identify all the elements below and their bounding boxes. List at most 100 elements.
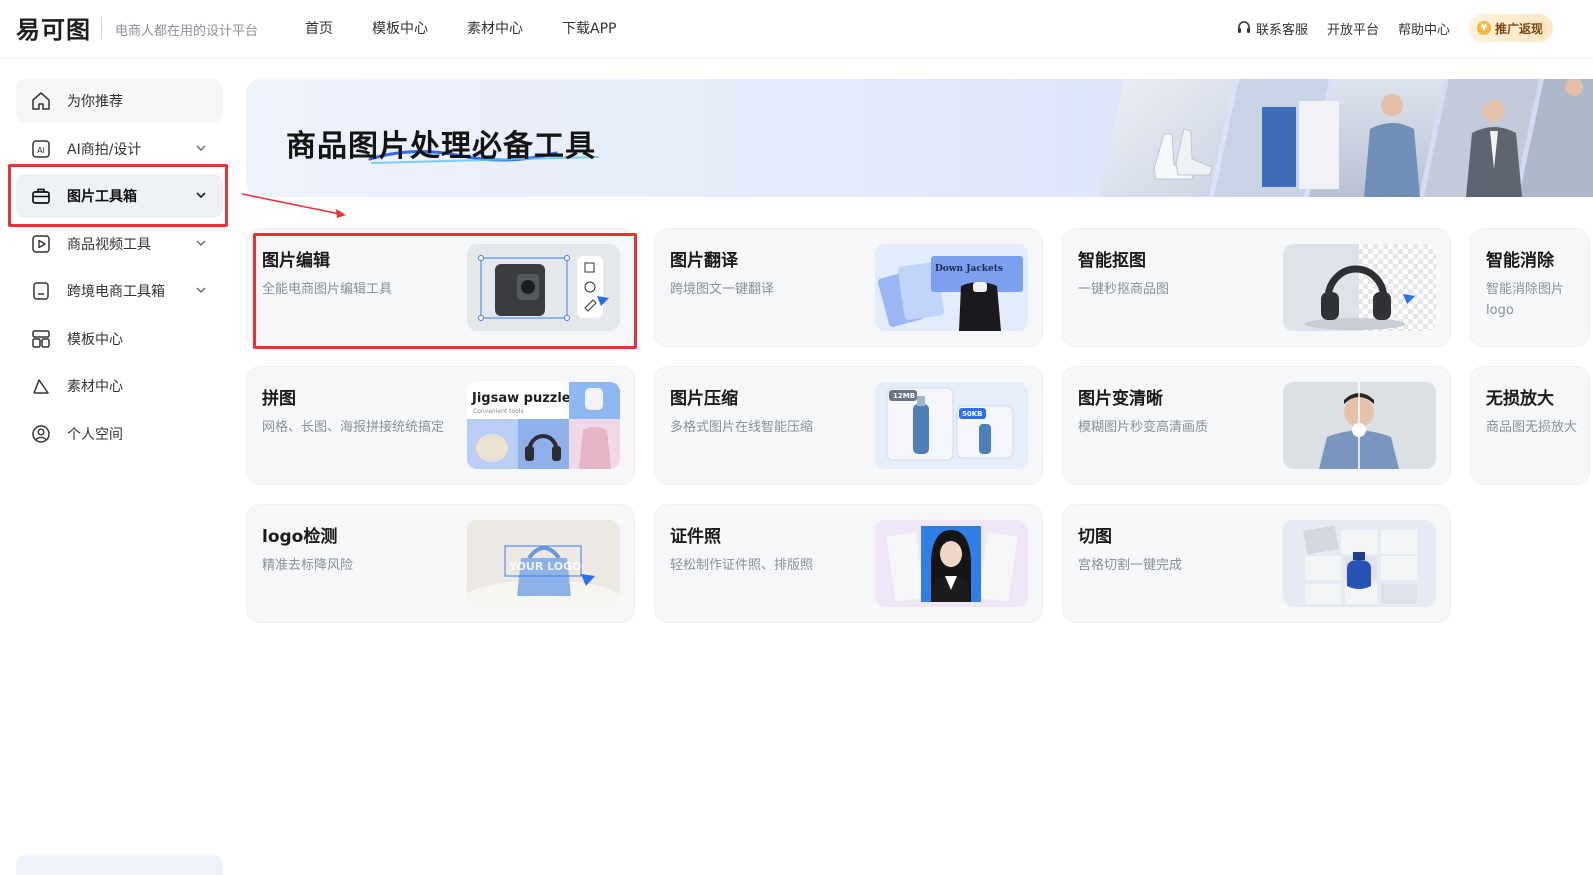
main-nav: 首页 模板中心 素材中心 下载APP	[305, 0, 655, 56]
chevron-down-icon[interactable]	[195, 189, 207, 201]
svg-text:AI: AI	[37, 146, 45, 155]
chevron-down-icon[interactable]	[195, 142, 207, 154]
sidebar-item-personal-space[interactable]: 个人空间	[16, 412, 223, 456]
banner-title: 商品图片处理必备工具	[286, 129, 596, 164]
tool-desc: 轻松制作证件照、排版照	[670, 558, 814, 573]
nav-home[interactable]: 首页	[305, 18, 333, 38]
help-center-link[interactable]: 帮助中心	[1398, 19, 1450, 38]
promo-cashback-button[interactable]: ¥ 推广返现	[1468, 14, 1553, 42]
tool-desc: 全能电商图片编辑工具	[262, 282, 393, 297]
tool-card-logo-check[interactable]: logo检测 精准去标降风险 YOUR LOGO	[246, 504, 635, 623]
thumb-caption: YOUR LOGO	[508, 560, 582, 573]
sidebar-item-template-center[interactable]: 模板中心	[16, 317, 223, 361]
tool-thumbnail	[1283, 382, 1436, 469]
banner-product-collage	[1098, 79, 1593, 197]
tool-title: 证件照	[670, 527, 721, 547]
tool-title: logo检测	[262, 527, 338, 547]
tool-thumbnail: YOUR LOGO	[467, 520, 620, 607]
tool-card-smart-erase[interactable]: 智能消除 智能消除图片logo	[1470, 228, 1590, 347]
tool-card-lossless-upscale[interactable]: 无损放大 商品图无损放大	[1470, 366, 1590, 485]
tool-desc: 一键秒抠商品图	[1078, 282, 1170, 297]
video-icon	[30, 233, 52, 255]
tool-desc: 网格、长图、海报拼接统统搞定	[262, 420, 445, 435]
sidebar-bottom-panel	[16, 855, 223, 875]
tool-desc: 跨境图文一键翻译	[670, 282, 775, 297]
nav-materials[interactable]: 素材中心	[467, 18, 523, 38]
sidebar-item-video-tools[interactable]: 商品视频工具	[16, 222, 223, 266]
hero-banner: 商品图片处理必备工具	[246, 79, 1593, 197]
shapes-icon	[30, 375, 52, 397]
tool-title: 智能抠图	[1078, 251, 1146, 271]
tool-title: 切图	[1078, 527, 1112, 547]
sidebar-item-label: AI商拍/设计	[67, 141, 142, 158]
thumb-badge-original: 12MB	[893, 392, 915, 400]
sidebar-item-label: 商品视频工具	[67, 236, 151, 253]
chevron-down-icon[interactable]	[195, 284, 207, 296]
tool-title: 图片变清晰	[1078, 389, 1163, 409]
site-slogan: 电商人都在用的设计平台	[115, 24, 259, 39]
tool-title: 图片编辑	[262, 251, 330, 271]
sidebar-item-recommended[interactable]: 为你推荐	[16, 79, 223, 123]
thumb-caption: Jigsaw puzzle	[471, 391, 571, 406]
tool-title: 图片压缩	[670, 389, 738, 409]
tool-title: 拼图	[262, 389, 296, 409]
top-navbar: 易可图 电商人都在用的设计平台 首页 模板中心 素材中心 下载APP 联系客服 …	[0, 0, 1593, 58]
sidebar-item-ai-design[interactable]: AI AI商拍/设计	[16, 127, 223, 171]
sidebar-item-crossborder-toolbox[interactable]: 跨境电商工具箱	[16, 269, 223, 313]
nav-templates[interactable]: 模板中心	[372, 18, 428, 38]
tool-card-collage[interactable]: 拼图 网格、长图、海报拼接统统搞定 Jigsaw puzzle Convenie…	[246, 366, 635, 485]
tool-card-image-compress[interactable]: 图片压缩 多格式图片在线智能压缩 12MB 50KB	[654, 366, 1043, 485]
sidebar-item-label: 个人空间	[67, 426, 123, 443]
logo-divider	[101, 18, 102, 38]
tool-thumbnail	[875, 520, 1028, 607]
thumb-subcaption: Convenient tools	[473, 408, 524, 415]
tool-thumbnail	[467, 244, 620, 331]
thumb-caption: Down Jackets	[935, 264, 1003, 274]
nav-download-app[interactable]: 下载APP	[562, 18, 616, 38]
tool-title: 智能消除	[1486, 251, 1554, 271]
user-icon	[30, 423, 52, 445]
tool-thumbnail: Jigsaw puzzle Convenient tools	[467, 382, 620, 469]
logo-text: 易可图	[16, 15, 91, 44]
tool-card-image-enhance[interactable]: 图片变清晰 模糊图片秒变高清画质	[1062, 366, 1451, 485]
home-icon	[30, 90, 52, 112]
template-icon	[30, 328, 52, 350]
tool-card-image-edit[interactable]: 图片编辑 全能电商图片编辑工具	[246, 228, 635, 347]
tool-desc: 多格式图片在线智能压缩	[670, 420, 814, 435]
contact-support-link[interactable]: 联系客服	[1236, 19, 1308, 38]
sidebar: 为你推荐 AI AI商拍/设计 图片工具箱 商品视频工具 跨境电商工具箱 模板中…	[16, 79, 223, 459]
tool-title: 无损放大	[1486, 389, 1554, 409]
tool-thumbnail: Down Jackets	[875, 244, 1028, 331]
sidebar-item-label: 为你推荐	[67, 94, 123, 110]
tool-thumbnail	[1283, 244, 1436, 331]
toolbox-icon	[30, 185, 52, 207]
coin-icon: ¥	[1476, 21, 1491, 35]
tool-desc: 精准去标降风险	[262, 558, 354, 573]
tool-card-smart-cutout[interactable]: 智能抠图 一键秒抠商品图	[1062, 228, 1451, 347]
tool-card-grid-slice[interactable]: 切图 宫格切割一键完成	[1062, 504, 1451, 623]
thumb-badge-compressed: 50KB	[962, 410, 983, 418]
sidebar-item-label: 图片工具箱	[67, 189, 137, 205]
tool-desc: 商品图无损放大	[1486, 420, 1578, 435]
sidebar-item-label: 模板中心	[67, 331, 123, 348]
sidebar-item-material-center[interactable]: 素材中心	[16, 364, 223, 408]
tool-card-image-translate[interactable]: 图片翻译 跨境图文一键翻译 Down Jackets	[654, 228, 1043, 347]
tool-thumbnail	[1283, 520, 1436, 607]
promo-label: 推广返现	[1494, 21, 1543, 36]
ai-icon: AI	[30, 138, 52, 160]
sidebar-item-label: 素材中心	[67, 379, 123, 395]
bookmark-icon	[30, 280, 52, 302]
chevron-down-icon[interactable]	[195, 237, 207, 249]
tool-desc: 智能消除图片logo	[1486, 282, 1565, 318]
sidebar-item-label: 跨境电商工具箱	[67, 284, 165, 300]
headset-icon	[1237, 21, 1250, 33]
tool-desc: 宫格切割一键完成	[1078, 558, 1183, 573]
open-platform-link[interactable]: 开放平台	[1327, 19, 1379, 38]
contact-support-label: 联系客服	[1255, 22, 1308, 38]
sidebar-item-image-toolbox[interactable]: 图片工具箱	[16, 174, 223, 218]
site-logo[interactable]: 易可图	[16, 13, 91, 44]
top-right-links: 联系客服 开放平台 帮助中心 ¥ 推广返现	[1217, 0, 1553, 56]
tool-title: 图片翻译	[670, 251, 738, 271]
tool-card-id-photo[interactable]: 证件照 轻松制作证件照、排版照	[654, 504, 1043, 623]
tool-desc: 模糊图片秒变高清画质	[1078, 420, 1209, 435]
